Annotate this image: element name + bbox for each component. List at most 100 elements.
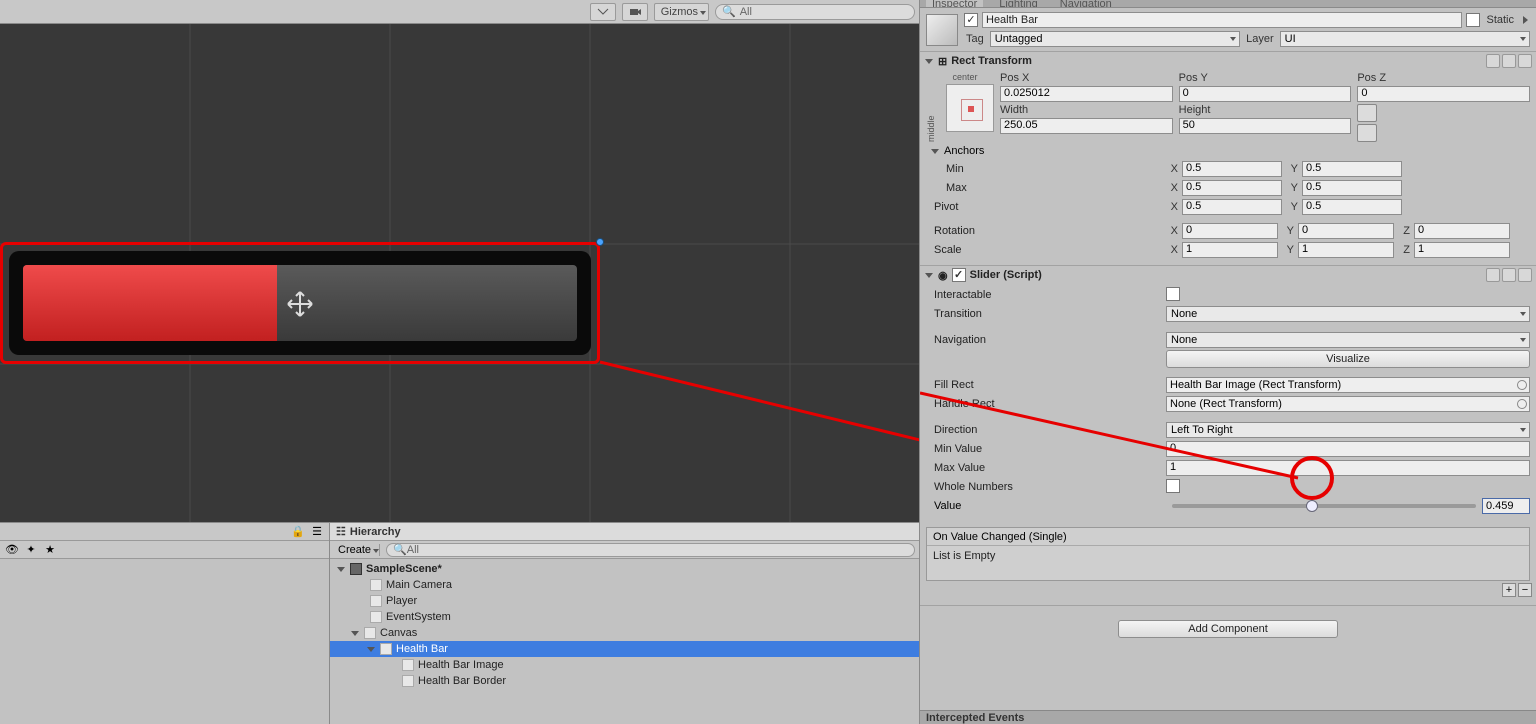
slider-component: ◉ Slider (Script) Interactable Transitio… bbox=[920, 266, 1536, 606]
on-value-changed-event: On Value Changed (Single) List is Empty bbox=[926, 527, 1530, 581]
gear-icon[interactable] bbox=[1518, 54, 1532, 68]
gear-icon[interactable] bbox=[1518, 268, 1532, 282]
scene-row[interactable]: SampleScene* bbox=[330, 561, 919, 577]
hierarchy-tree[interactable]: SampleScene* Main Camera Player EventSys… bbox=[330, 559, 919, 724]
rect-transform-header[interactable]: ⊞ Rect Transform bbox=[920, 52, 1536, 70]
slider-thumb[interactable] bbox=[1306, 500, 1318, 512]
gameobject-icon bbox=[401, 658, 415, 672]
tree-item-player[interactable]: Player bbox=[330, 593, 919, 609]
hierarchy-tab[interactable]: ☷Hierarchy bbox=[330, 523, 919, 541]
tree-item-health-bar[interactable]: Health Bar bbox=[330, 641, 919, 657]
min-value-input[interactable]: 0 bbox=[1166, 441, 1530, 457]
create-dropdown[interactable]: Create bbox=[334, 544, 380, 556]
anchor-preset-button[interactable] bbox=[946, 84, 994, 132]
anchor-v-label: middle bbox=[926, 72, 936, 142]
pos-z-input[interactable]: 0 bbox=[1357, 86, 1530, 102]
anchor-h-label: center bbox=[936, 72, 994, 82]
slider-enabled-checkbox[interactable] bbox=[952, 268, 966, 282]
value-slider[interactable] bbox=[1172, 504, 1476, 508]
anchor-max-y-input[interactable]: 0.5 bbox=[1302, 180, 1402, 196]
handle-rect-field[interactable]: None (Rect Transform) bbox=[1166, 396, 1530, 412]
rot-x-input[interactable]: 0 bbox=[1182, 223, 1278, 239]
visualize-button[interactable]: Visualize bbox=[1166, 350, 1530, 368]
gameobject-icon bbox=[369, 578, 383, 592]
anchor-min-x-input[interactable]: 0.5 bbox=[1182, 161, 1282, 177]
rect-transform-icon: ⊞ bbox=[938, 55, 947, 68]
tab-lighting[interactable]: Lighting bbox=[993, 0, 1044, 8]
raw-edit-button[interactable] bbox=[1357, 124, 1377, 142]
blueprint-mode-button[interactable] bbox=[1357, 104, 1377, 122]
inspector-panel: Inspector Lighting Navigation Health Bar… bbox=[920, 0, 1536, 724]
filter-icon[interactable]: ✦ bbox=[23, 542, 39, 558]
transition-dropdown[interactable]: None bbox=[1166, 306, 1530, 322]
fill-rect-field[interactable]: Health Bar Image (Rect Transform) bbox=[1166, 377, 1530, 393]
tree-item-health-bar-image[interactable]: Health Bar Image bbox=[330, 657, 919, 673]
value-input[interactable]: 0.459 bbox=[1482, 498, 1530, 514]
height-input[interactable]: 50 bbox=[1179, 118, 1352, 134]
tab-inspector[interactable]: Inspector bbox=[926, 0, 983, 8]
gameobject-icon bbox=[926, 14, 958, 46]
scl-z-input[interactable]: 1 bbox=[1414, 242, 1510, 258]
eye-icon[interactable]: 👁 bbox=[4, 542, 20, 558]
object-picker-icon[interactable] bbox=[1517, 380, 1527, 390]
star-icon[interactable]: ★ bbox=[42, 542, 58, 558]
selection-handle[interactable] bbox=[596, 238, 604, 246]
gizmos-dropdown[interactable]: Gizmos bbox=[654, 3, 709, 21]
help-icon[interactable] bbox=[1486, 54, 1500, 68]
gameobject-icon bbox=[401, 674, 415, 688]
anchor-min-y-input[interactable]: 0.5 bbox=[1302, 161, 1402, 177]
tag-label: Tag bbox=[964, 33, 986, 45]
pivot-x-input[interactable]: 0.5 bbox=[1182, 199, 1282, 215]
pivot-y-input[interactable]: 0.5 bbox=[1302, 199, 1402, 215]
add-event-button[interactable]: + bbox=[1502, 583, 1516, 597]
scene-search[interactable]: 🔍All bbox=[715, 4, 915, 20]
tree-item-health-bar-border[interactable]: Health Bar Border bbox=[330, 673, 919, 689]
active-checkbox[interactable] bbox=[964, 13, 978, 27]
hierarchy-icon: ☷ bbox=[336, 525, 346, 538]
tools-icon[interactable] bbox=[590, 3, 616, 21]
remove-event-button[interactable]: − bbox=[1518, 583, 1532, 597]
inspector-tabs: Inspector Lighting Navigation bbox=[920, 0, 1536, 8]
whole-numbers-checkbox[interactable] bbox=[1166, 479, 1180, 493]
anchor-max-x-input[interactable]: 0.5 bbox=[1182, 180, 1282, 196]
gameobject-header: Health Bar Static Tag Untagged Layer UI bbox=[920, 8, 1536, 52]
scene-view[interactable] bbox=[0, 24, 919, 522]
rot-y-input[interactable]: 0 bbox=[1298, 223, 1394, 239]
move-gizmo-icon[interactable] bbox=[286, 290, 314, 318]
tree-item-eventsystem[interactable]: EventSystem bbox=[330, 609, 919, 625]
menu-icon[interactable]: ☰ bbox=[309, 524, 325, 540]
hierarchy-search[interactable]: 🔍All bbox=[386, 543, 915, 557]
tab-navigation[interactable]: Navigation bbox=[1054, 0, 1118, 8]
add-component-button[interactable]: Add Component bbox=[1118, 620, 1338, 638]
preset-icon[interactable] bbox=[1502, 54, 1516, 68]
project-panel: 🔒 ☰ 👁 ✦ ★ bbox=[0, 523, 330, 724]
gameobject-icon bbox=[363, 626, 377, 640]
preset-icon[interactable] bbox=[1502, 268, 1516, 282]
scl-y-input[interactable]: 1 bbox=[1298, 242, 1394, 258]
scl-x-input[interactable]: 1 bbox=[1182, 242, 1278, 258]
tree-item-main-camera[interactable]: Main Camera bbox=[330, 577, 919, 593]
intercepted-events-tab[interactable]: Intercepted Events bbox=[920, 710, 1536, 724]
layer-dropdown[interactable]: UI bbox=[1280, 31, 1530, 47]
value-label[interactable]: Value bbox=[926, 500, 1166, 512]
pos-x-input[interactable]: 0.025012 bbox=[1000, 86, 1173, 102]
slider-icon: ◉ bbox=[938, 269, 948, 282]
gameobject-name-input[interactable]: Health Bar bbox=[982, 12, 1462, 28]
pos-y-input[interactable]: 0 bbox=[1179, 86, 1352, 102]
object-picker-icon[interactable] bbox=[1517, 399, 1527, 409]
lock-icon[interactable]: 🔒 bbox=[290, 524, 306, 540]
tag-dropdown[interactable]: Untagged bbox=[990, 31, 1240, 47]
width-input[interactable]: 250.05 bbox=[1000, 118, 1173, 134]
static-dropdown-icon[interactable] bbox=[1520, 16, 1530, 24]
slider-header[interactable]: ◉ Slider (Script) bbox=[920, 266, 1536, 284]
direction-dropdown[interactable]: Left To Right bbox=[1166, 422, 1530, 438]
static-checkbox[interactable] bbox=[1466, 13, 1480, 27]
layer-label: Layer bbox=[1244, 33, 1276, 45]
rot-z-input[interactable]: 0 bbox=[1414, 223, 1510, 239]
tree-item-canvas[interactable]: Canvas bbox=[330, 625, 919, 641]
max-value-input[interactable]: 1 bbox=[1166, 460, 1530, 476]
navigation-dropdown[interactable]: None bbox=[1166, 332, 1530, 348]
help-icon[interactable] bbox=[1486, 268, 1500, 282]
interactable-checkbox[interactable] bbox=[1166, 287, 1180, 301]
camera-icon[interactable] bbox=[622, 3, 648, 21]
